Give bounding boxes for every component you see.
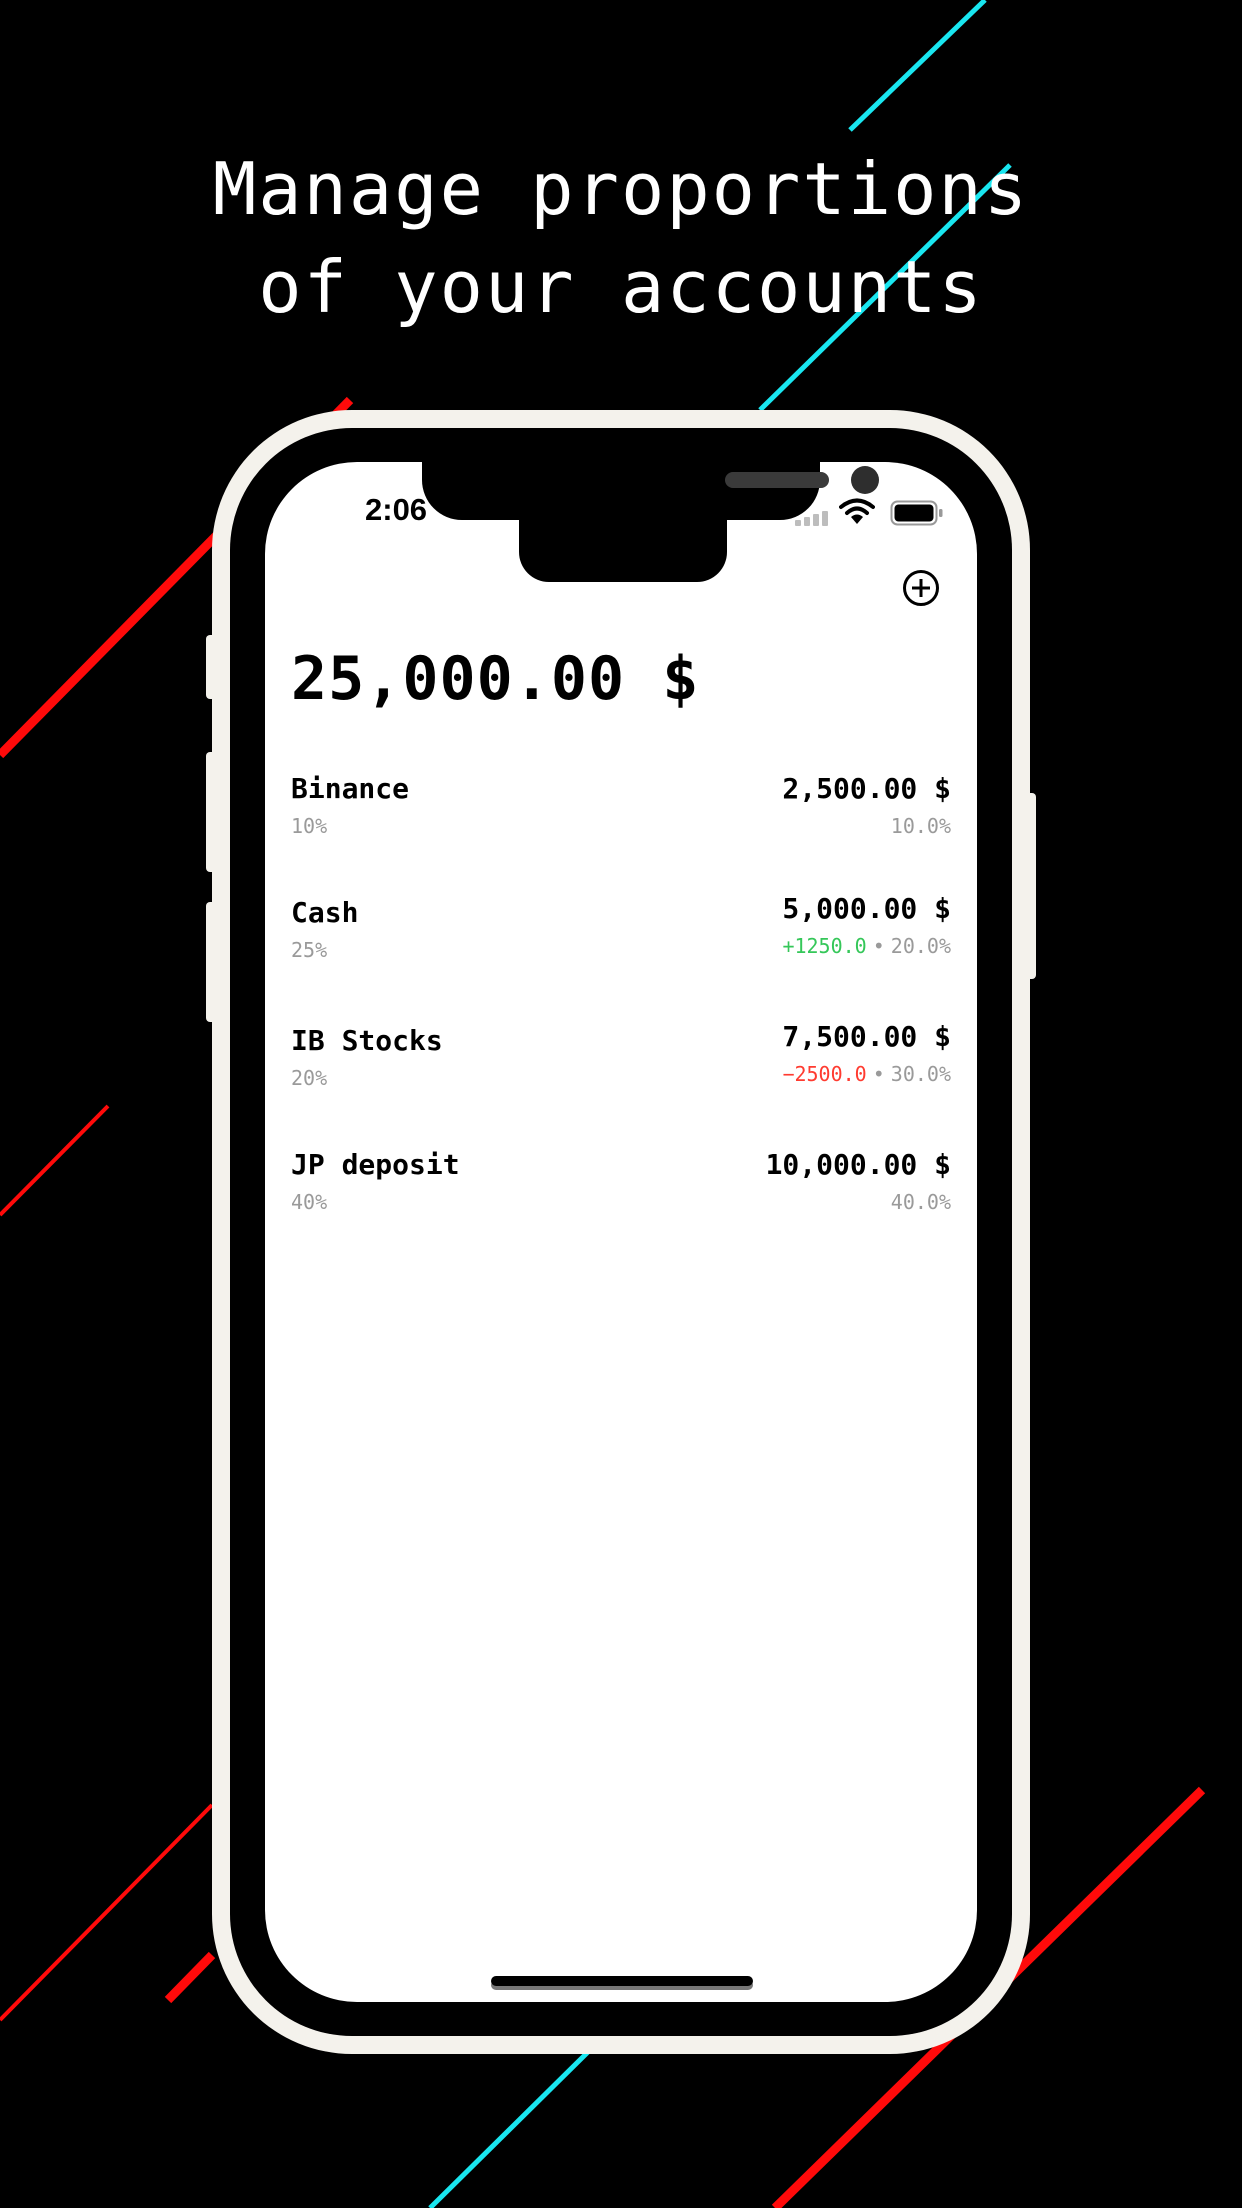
- account-row-cash[interactable]: Cash 25% 5,000.00 $ +1250.0 • 20.0%: [291, 892, 951, 972]
- account-amount: 7,500.00 $: [782, 1020, 951, 1053]
- home-indicator[interactable]: [491, 1976, 753, 1986]
- account-allocation: 10.0%: [891, 814, 951, 838]
- battery-icon: [890, 500, 943, 526]
- account-allocation: +1250.0 • 20.0%: [782, 934, 951, 958]
- separator-dot: •: [872, 934, 885, 958]
- red-line-left: [0, 1104, 110, 1217]
- account-target-percent: 20%: [291, 1066, 328, 1090]
- account-amount: 5,000.00 $: [782, 892, 951, 925]
- account-actual-percent: 30.0%: [890, 1062, 951, 1086]
- account-target-percent: 10%: [291, 814, 328, 838]
- cyan-line-top: [848, 0, 987, 132]
- account-name: Cash: [291, 896, 359, 929]
- cyan-line-bottom: [428, 2048, 592, 2208]
- status-time: 2:06: [365, 492, 428, 527]
- portfolio-total: 25,000.00 $: [291, 644, 700, 714]
- speaker-grille: [725, 472, 829, 488]
- account-target-percent: 25%: [291, 938, 328, 962]
- account-row-binance[interactable]: Binance 10% 2,500.00 $ 10.0%: [291, 772, 951, 852]
- account-name: JP deposit: [291, 1148, 460, 1181]
- account-amount: 10,000.00 $: [765, 1148, 951, 1181]
- phone-notch-lower: [519, 502, 727, 582]
- account-actual-percent: 40.0%: [890, 1190, 951, 1214]
- app-screen: 2:06 25,000.00 $ Binance 10% 2,500.00 $: [265, 462, 977, 2002]
- headline: Manage proportions of your accounts: [0, 140, 1242, 336]
- account-name: Binance: [291, 772, 410, 805]
- account-allocation: −2500.0 • 30.0%: [782, 1062, 951, 1086]
- account-actual-percent: 10.0%: [890, 814, 951, 838]
- front-camera: [851, 466, 879, 494]
- account-actual-percent: 20.0%: [890, 934, 951, 958]
- account-target-percent: 40%: [291, 1190, 328, 1214]
- account-delta: −2500.0: [782, 1062, 867, 1086]
- account-allocation: 40.0%: [891, 1190, 951, 1214]
- red-line-lower-short: [164, 1951, 216, 2004]
- wifi-icon: [839, 498, 875, 524]
- headline-line-1: Manage proportions: [212, 147, 1030, 231]
- account-amount: 2,500.00 $: [782, 772, 951, 805]
- add-account-button[interactable]: [903, 570, 939, 606]
- separator-dot: •: [872, 1062, 885, 1086]
- headline-line-2: of your accounts: [258, 245, 984, 329]
- account-row-ib-stocks[interactable]: IB Stocks 20% 7,500.00 $ −2500.0 • 30.0%: [291, 1020, 951, 1100]
- account-row-jp-deposit[interactable]: JP deposit 40% 10,000.00 $ 40.0%: [291, 1148, 951, 1228]
- account-delta: +1250.0: [782, 934, 867, 958]
- account-name: IB Stocks: [291, 1024, 443, 1057]
